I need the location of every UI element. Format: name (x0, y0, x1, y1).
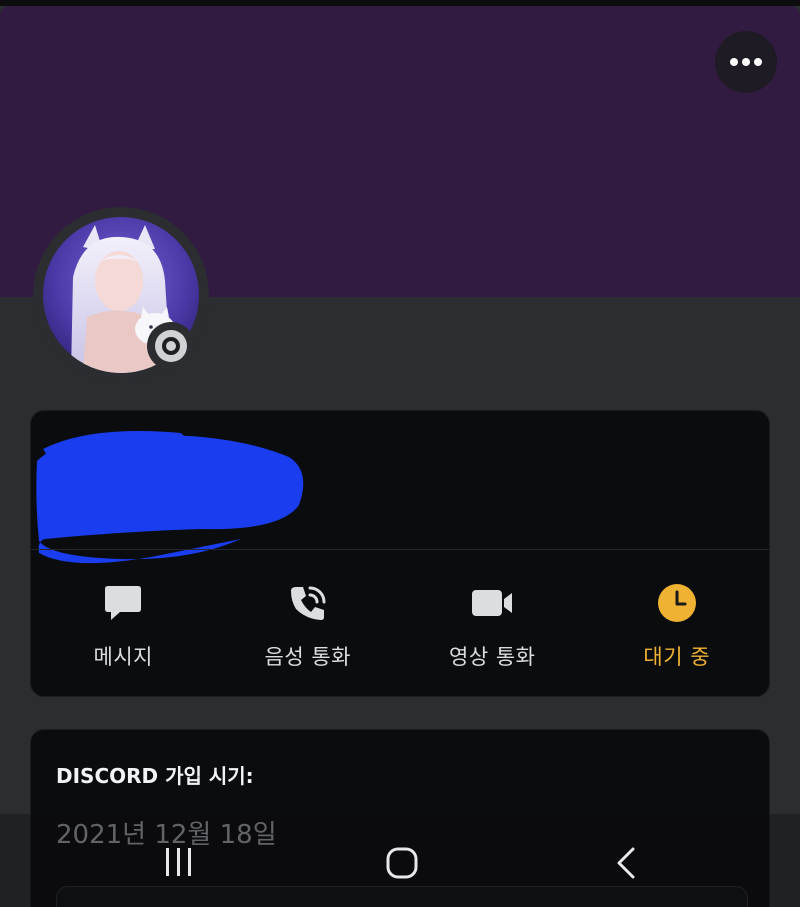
home-icon[interactable] (385, 846, 419, 884)
profile-card: 메시지 음성 통화 영상 통화 대기 중 (30, 410, 770, 697)
voice-call-label: 음성 통화 (264, 645, 351, 669)
video-call-label: 영상 통화 (449, 645, 536, 669)
back-icon[interactable] (614, 846, 638, 884)
recents-icon[interactable] (163, 846, 195, 882)
action-row: 메시지 음성 통화 영상 통화 대기 중 (31, 550, 769, 696)
clock-icon (655, 581, 699, 625)
status-idle-ring-icon (155, 330, 187, 362)
more-dots-icon (730, 58, 762, 66)
chat-bubble-icon (101, 581, 145, 625)
video-call-button[interactable]: 영상 통화 (400, 550, 585, 696)
idle-status-button[interactable]: 대기 중 (585, 550, 770, 696)
message-button[interactable]: 메시지 (31, 550, 216, 696)
phone-call-icon (286, 581, 330, 625)
voice-call-button[interactable]: 음성 통화 (216, 550, 401, 696)
member-since-title: DISCORD 가입 시기: (56, 764, 254, 788)
android-nav-bar (0, 814, 800, 907)
more-options-button[interactable] (715, 31, 777, 93)
video-camera-icon (470, 581, 514, 625)
username-area (31, 411, 771, 564)
idle-label: 대기 중 (643, 645, 711, 669)
profile-page: 메시지 음성 통화 영상 통화 대기 중 DISCORD 가입 시기: 2021… (0, 0, 800, 907)
message-label: 메시지 (93, 645, 153, 669)
status-indicator (147, 322, 195, 370)
